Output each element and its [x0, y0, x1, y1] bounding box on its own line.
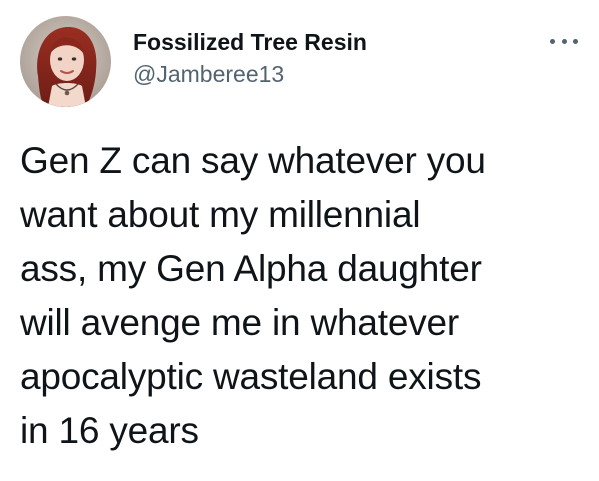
tweet-text-line: Gen Z can say whatever you — [20, 140, 486, 181]
more-horizontal-icon — [561, 38, 567, 44]
tweet-card: Fossilized Tree Resin @Jamberee13 Gen Z … — [0, 0, 599, 481]
display-name[interactable]: Fossilized Tree Resin — [133, 28, 367, 56]
tweet-text-line: will avenge me in whatever — [20, 302, 460, 343]
tweet-text-line: want about my millennial — [20, 194, 421, 235]
user-handle[interactable]: @Jamberee13 — [133, 60, 367, 88]
avatar[interactable] — [20, 16, 111, 107]
more-horizontal-icon — [573, 38, 578, 44]
profile-photo-icon — [20, 16, 111, 107]
tweet-text-line: apocalyptic wasteland exists — [20, 356, 482, 397]
more-horizontal-icon — [550, 38, 555, 44]
tweet-text-line: in 16 years — [20, 410, 199, 451]
more-options-button[interactable] — [550, 34, 578, 48]
tweet-text-line: ass, my Gen Alpha daughter — [20, 248, 482, 289]
author-names: Fossilized Tree Resin @Jamberee13 — [133, 28, 367, 88]
tweet-header: Fossilized Tree Resin @Jamberee13 — [20, 16, 580, 108]
tweet-text: Gen Z can say whatever you want about my… — [20, 134, 585, 458]
